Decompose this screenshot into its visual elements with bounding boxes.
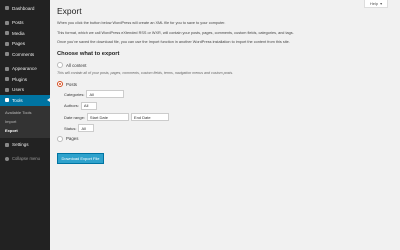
intro-text-3: Once you've saved the download file, you… <box>57 40 290 45</box>
plugin-icon <box>5 77 9 82</box>
download-export-button[interactable]: Download Export File <box>57 152 104 164</box>
radio-pages[interactable]: Pages <box>57 135 387 142</box>
menu-label: Appearance <box>12 66 37 72</box>
admin-sidebar: Dashboard Posts Media Pages Comments App… <box>0 0 50 250</box>
collapse-menu-button[interactable]: Collapse menu <box>0 150 50 161</box>
authors-label: Authors: <box>64 103 79 109</box>
collapse-label: Collapse menu <box>12 156 40 161</box>
menu-item-settings[interactable]: Settings <box>0 140 50 151</box>
menu-item-dashboard[interactable]: Dashboard <box>0 3 50 14</box>
radio-button-selected[interactable] <box>57 81 63 88</box>
menu-label: Posts <box>12 20 24 26</box>
tools-submenu: Available Tools Import Export <box>0 105 50 138</box>
page-title: Export <box>57 6 82 16</box>
post-filters: Categories: All Authors: All Date range:… <box>57 90 387 133</box>
menu-item-appearance[interactable]: Appearance <box>0 64 50 75</box>
all-content-description: This will contain all of your posts, pag… <box>57 71 234 76</box>
status-label: Status: <box>64 125 77 131</box>
admin-menu-lower: Settings <box>0 138 50 151</box>
submenu-item-export[interactable]: Export <box>0 126 50 135</box>
categories-label: Categories: <box>64 91 85 97</box>
menu-label: Users <box>12 87 24 93</box>
menu-label: Plugins <box>12 76 28 82</box>
radio-posts[interactable]: Posts <box>57 81 387 88</box>
intro-text-2: This format, which we call WordPress eXt… <box>57 30 294 35</box>
status-row: Status: All <box>64 124 387 133</box>
radio-label: Pages <box>66 136 79 142</box>
menu-label: Media <box>12 30 25 36</box>
collapse-icon <box>5 156 9 161</box>
menu-item-comments[interactable]: Comments <box>0 49 50 60</box>
date-range-label: Date range: <box>64 114 85 120</box>
pin-icon <box>5 20 9 25</box>
authors-row: Authors: All <box>64 101 387 110</box>
dashboard-icon <box>5 6 9 11</box>
authors-select[interactable]: All <box>80 101 97 110</box>
menu-item-pages[interactable]: Pages <box>0 39 50 50</box>
submenu-item-available-tools[interactable]: Available Tools <box>0 108 50 117</box>
categories-select[interactable]: All <box>86 90 125 99</box>
users-icon <box>5 87 9 92</box>
settings-icon <box>5 142 9 147</box>
wrench-icon <box>5 98 9 103</box>
menu-label: Pages <box>12 41 26 47</box>
menu-item-posts[interactable]: Posts <box>0 18 50 29</box>
menu-item-tools[interactable]: Tools <box>0 95 50 106</box>
page-icon <box>5 41 9 46</box>
comment-icon <box>5 52 9 57</box>
radio-button[interactable] <box>57 62 63 69</box>
radio-all-content[interactable]: All content <box>57 62 387 69</box>
menu-label: Comments <box>12 51 35 57</box>
radio-button[interactable] <box>57 135 63 142</box>
media-icon <box>5 31 9 36</box>
categories-row: Categories: All <box>64 90 387 99</box>
menu-label: Tools <box>12 97 23 103</box>
menu-item-plugins[interactable]: Plugins <box>0 74 50 85</box>
intro-text-1: When you click the button below WordPres… <box>57 21 226 25</box>
status-select[interactable]: All <box>78 124 95 133</box>
section-heading: Choose what to export <box>57 51 120 58</box>
main-content: Export When you click the button below W… <box>57 0 387 165</box>
menu-label: Dashboard <box>12 5 35 11</box>
admin-menu: Dashboard Posts Media Pages Comments App… <box>0 0 50 106</box>
radio-label: Posts <box>66 81 77 87</box>
menu-item-users[interactable]: Users <box>0 85 50 96</box>
menu-item-media[interactable]: Media <box>0 28 50 39</box>
radio-label: All content <box>66 62 87 68</box>
start-date-select[interactable]: Start Date <box>86 113 129 122</box>
brush-icon <box>5 66 9 71</box>
end-date-select[interactable]: End Date <box>130 113 169 122</box>
submenu-item-import[interactable]: Import <box>0 117 50 126</box>
date-range-row: Date range: Start Date End Date <box>64 113 387 122</box>
menu-label: Settings <box>12 142 29 148</box>
